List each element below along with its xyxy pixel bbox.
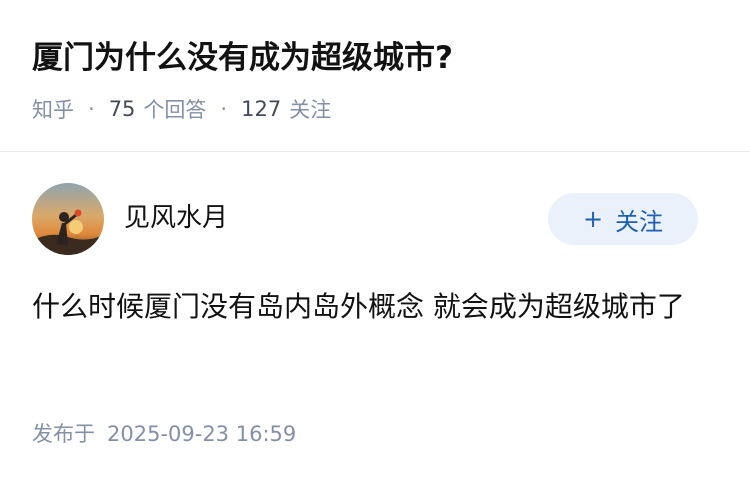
author-name[interactable]: 见风水月 xyxy=(124,200,228,236)
meta-separator: · xyxy=(220,97,228,121)
publish-date: 2025-09-23 16:59 xyxy=(107,422,297,446)
follow-button-label: 关注 xyxy=(615,207,664,236)
header-divider xyxy=(0,151,750,152)
source-label[interactable]: 知乎 xyxy=(32,94,74,124)
answer-content[interactable]: 什么时候厦门没有岛内岛外概念 就会成为超级城市了 xyxy=(32,284,722,330)
follow-button[interactable]: + 关注 xyxy=(548,193,698,245)
publish-label: 发布于 xyxy=(32,422,95,446)
answer-count-label: 个回答 xyxy=(143,98,207,122)
plus-icon: + xyxy=(582,205,604,233)
answer-count: 75 xyxy=(108,97,136,121)
follower-count: 127 xyxy=(241,97,282,121)
author-row: 见风水月 + 关注 xyxy=(0,180,750,260)
question-header: 厦门为什么没有成为超级城市? 知乎 · 75 个回答 · 127 关注 xyxy=(0,0,750,150)
question-meta: 知乎 · 75 个回答 · 127 关注 xyxy=(32,94,331,124)
avatar-photo-icon[interactable] xyxy=(32,183,104,255)
meta-separator: · xyxy=(88,97,95,121)
answer-page: 厦门为什么没有成为超级城市? 知乎 · 75 个回答 · 127 关注 见风水月… xyxy=(0,0,750,482)
publish-time: 发布于 2025-09-23 16:59 xyxy=(32,418,296,448)
follower-count-label: 关注 xyxy=(289,98,332,122)
avatar-image xyxy=(32,183,104,255)
question-title[interactable]: 厦门为什么没有成为超级城市? xyxy=(32,36,453,80)
